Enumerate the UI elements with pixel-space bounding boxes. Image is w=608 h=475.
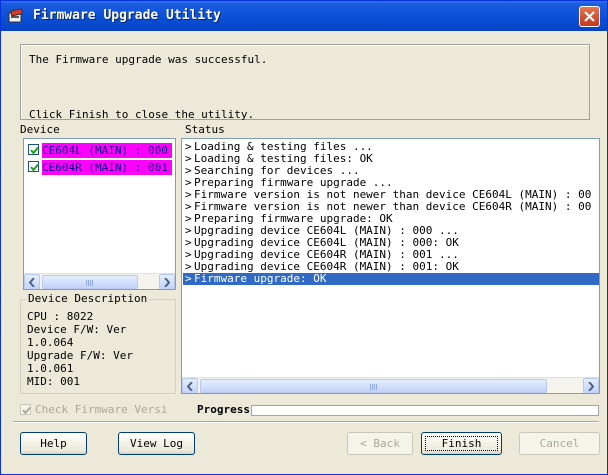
- app-icon: [8, 8, 24, 24]
- scroll-thumb[interactable]: [42, 275, 138, 289]
- cancel-button[interactable]: Cancel: [519, 432, 600, 455]
- footer-divider: [13, 421, 599, 423]
- chevron-left-icon: [29, 278, 35, 287]
- device-description-group: Device Description CPU : 8022 Device F/W…: [20, 292, 176, 394]
- window-title: Firmware Upgrade Utility: [33, 8, 221, 23]
- back-button[interactable]: < Back: [347, 432, 413, 455]
- device-header: Device: [20, 123, 60, 136]
- device-label: CE604L (MAIN) : 000: [42, 143, 172, 158]
- status-log-scrollbar[interactable]: [182, 377, 599, 393]
- firmware-upgrade-window: Firmware Upgrade Utility The Firmware up…: [0, 0, 608, 475]
- help-button[interactable]: Help: [20, 432, 87, 455]
- device-list-scrollbar[interactable]: [24, 273, 175, 289]
- chevron-left-icon: [187, 382, 193, 391]
- instruction-message: Click Finish to close the utility.: [29, 108, 255, 121]
- chevron-right-icon: [164, 278, 170, 287]
- checkbox-box: [20, 404, 31, 415]
- description-line: Device F/W: Ver: [27, 323, 127, 336]
- description-line: 1.0.064: [27, 336, 74, 349]
- progress-bar: [251, 405, 599, 416]
- description-line: 1.0.061: [27, 362, 74, 375]
- status-line-selected: > Firmware upgrade: OK: [183, 273, 599, 285]
- device-checkbox[interactable]: [28, 144, 39, 155]
- checkmark-icon: [30, 163, 39, 172]
- description-line: MID: 001: [27, 375, 80, 388]
- close-icon: [584, 11, 595, 22]
- scroll-thumb[interactable]: [200, 379, 547, 393]
- scroll-left-button[interactable]: [182, 378, 198, 393]
- description-line: CPU : 8022: [27, 310, 94, 323]
- close-button[interactable]: [579, 6, 600, 27]
- scroll-left-button[interactable]: [24, 274, 40, 289]
- checkmark-icon: [30, 146, 39, 155]
- device-item[interactable]: CE604L (MAIN) : 000: [26, 143, 175, 158]
- device-description-title: Device Description: [26, 292, 150, 305]
- device-checkbox[interactable]: [28, 161, 39, 172]
- device-item[interactable]: CE604R (MAIN) : 001: [26, 160, 175, 175]
- scroll-right-button[interactable]: [583, 378, 599, 393]
- scroll-right-button[interactable]: [159, 274, 175, 289]
- description-line: Upgrade F/W: Ver: [27, 349, 133, 362]
- device-list[interactable]: CE604L (MAIN) : 000 CE604R (MAIN) : 001: [23, 138, 176, 290]
- progress-label: Progress.: [197, 403, 257, 416]
- message-panel: The Firmware upgrade was successful. Cli…: [20, 44, 590, 121]
- checkmark-icon: [22, 406, 31, 415]
- chevron-right-icon: [588, 382, 594, 391]
- device-label: CE604R (MAIN) : 001: [42, 160, 172, 175]
- success-message: The Firmware upgrade was successful.: [29, 53, 268, 66]
- status-log[interactable]: > Loading & testing files ... > Loading & …: [181, 138, 600, 394]
- title-bar[interactable]: Firmware Upgrade Utility: [1, 1, 607, 31]
- finish-button[interactable]: Finish: [421, 432, 502, 455]
- status-header: Status: [185, 123, 225, 136]
- view-log-button[interactable]: View Log: [118, 432, 195, 455]
- check-firmware-label: Check Firmware Versi: [35, 403, 168, 416]
